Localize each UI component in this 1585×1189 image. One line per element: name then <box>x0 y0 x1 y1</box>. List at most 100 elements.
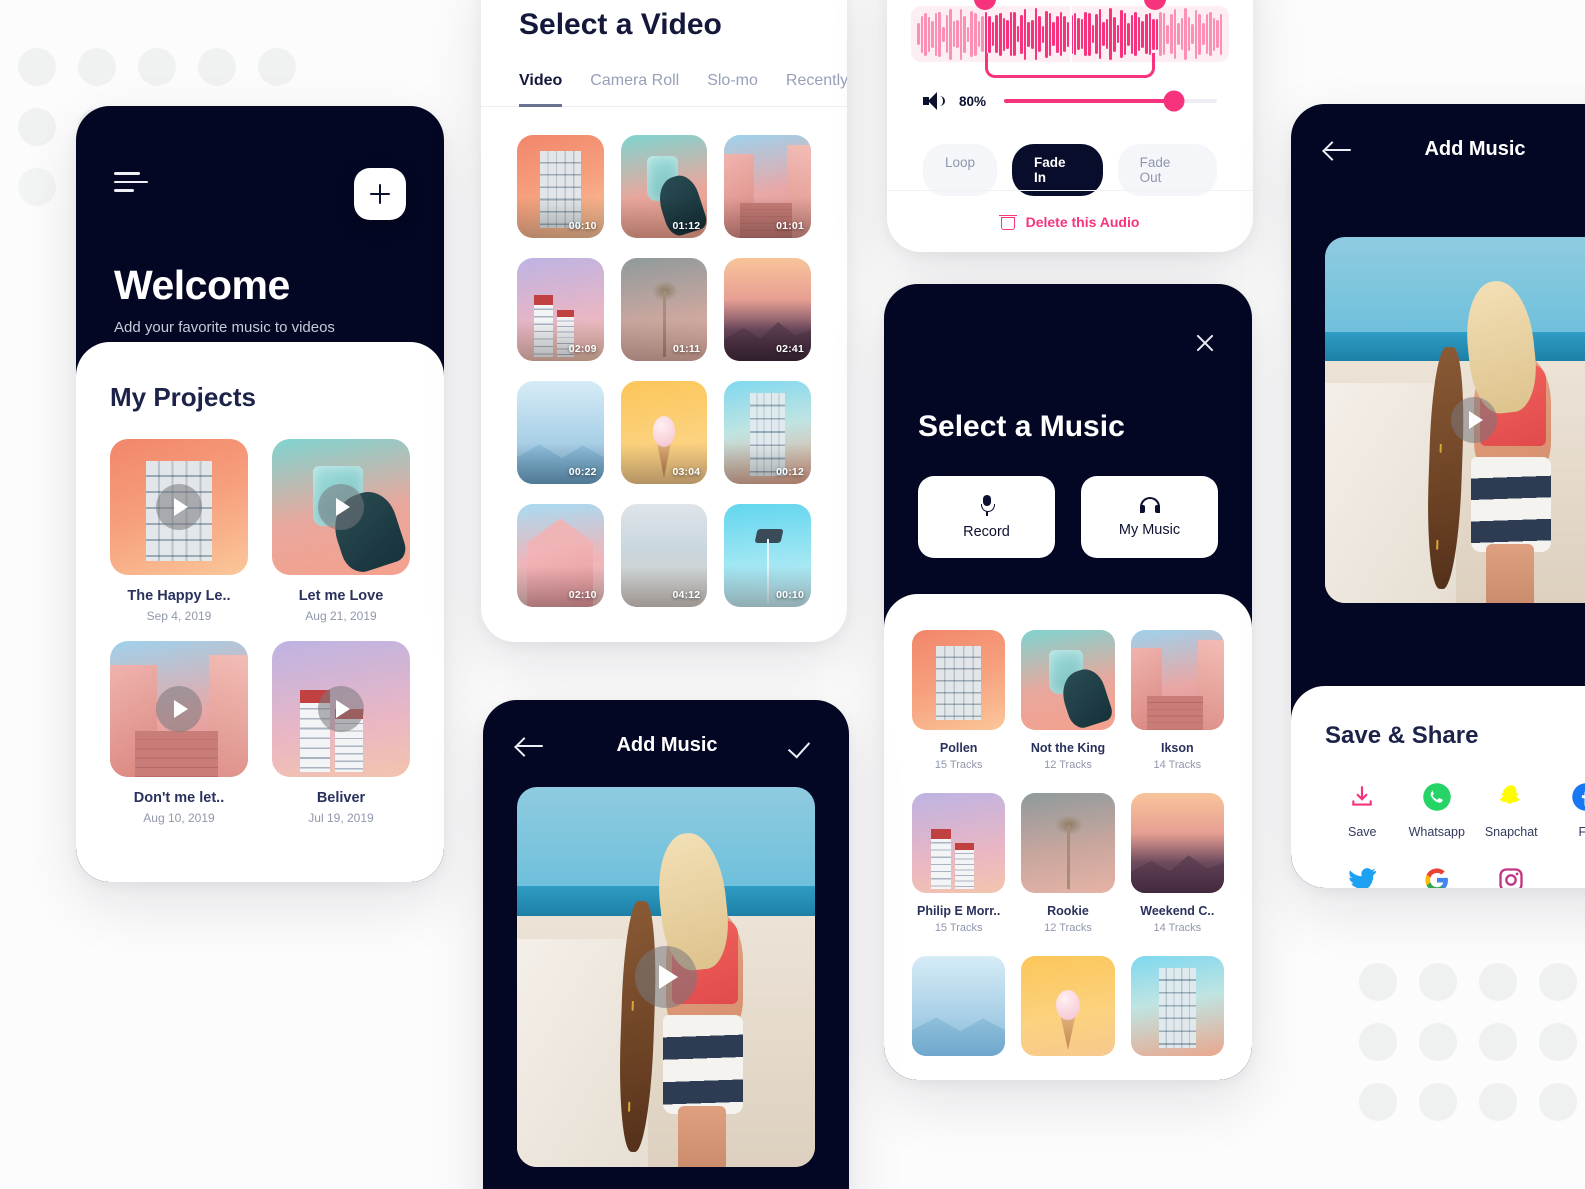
video-thumbnail[interactable]: 01:11 <box>620 258 708 361</box>
album-track-count: 15 Tracks <box>934 759 983 771</box>
video-thumbnail[interactable]: 02:09 <box>517 258 604 361</box>
audio-mode-chips: Loop Fade In Fade Out <box>887 110 1253 196</box>
video-duration: 00:10 <box>568 220 597 232</box>
project-name: Beliver <box>316 790 366 806</box>
albums-sheet: Pollen 15 Tracks Not the King 12 Tracks … <box>884 594 1252 1080</box>
share-option-save[interactable]: Save <box>1325 780 1400 839</box>
share-option-google[interactable]: Google <box>1400 863 1475 888</box>
tab-video[interactable]: Video <box>519 72 563 107</box>
album-card[interactable] <box>912 956 1006 1067</box>
play-icon[interactable] <box>318 484 364 530</box>
arrow-left-icon[interactable] <box>1325 141 1351 159</box>
project-thumbnail[interactable] <box>272 439 410 575</box>
album-card[interactable] <box>1021 956 1115 1067</box>
share-option-instagram[interactable]: Instagram <box>1474 863 1549 888</box>
project-card[interactable]: Let me Love Aug 21, 2019 <box>272 439 410 623</box>
album-name: Weekend C.. <box>1140 904 1215 918</box>
share-option-label: Save <box>1348 825 1377 839</box>
thumbnail-art <box>1021 630 1115 730</box>
share-option-label: Whatsapp <box>1408 825 1465 839</box>
video-duration: 00:10 <box>776 589 804 601</box>
tab-recently-ad[interactable]: Recently Ad <box>786 72 847 107</box>
play-icon[interactable] <box>156 686 202 732</box>
video-thumbnail[interactable]: 00:12 <box>724 381 811 484</box>
record-button[interactable]: Record <box>918 476 1055 558</box>
check-icon[interactable] <box>791 737 815 755</box>
video-duration: 00:22 <box>568 466 597 478</box>
video-duration: 04:12 <box>672 589 701 601</box>
hamburger-icon[interactable] <box>114 168 148 193</box>
audio-mode-fade-out[interactable]: Fade Out <box>1117 144 1217 196</box>
playhead-indicator <box>1070 6 1072 76</box>
video-thumbnail[interactable]: 01:12 <box>620 135 708 238</box>
project-card[interactable]: Beliver Jul 19, 2019 <box>272 641 410 825</box>
video-preview[interactable] <box>1325 237 1585 603</box>
album-card[interactable]: Philip E Morr.. 15 Tracks <box>912 793 1006 934</box>
video-preview[interactable] <box>517 787 815 1167</box>
volume-value: 80% <box>959 93 987 109</box>
volume-slider[interactable] <box>1004 90 1217 112</box>
share-sheet-title: Save & Share <box>1325 722 1479 749</box>
album-card[interactable]: Rookie 12 Tracks <box>1021 793 1115 934</box>
audio-waveform[interactable] <box>911 0 1229 78</box>
project-thumbnail[interactable] <box>110 641 248 777</box>
album-cover[interactable] <box>912 956 1006 1056</box>
facebook-icon <box>1571 780 1585 814</box>
play-icon[interactable] <box>318 686 364 732</box>
video-thumbnail[interactable]: 00:22 <box>517 381 604 484</box>
select-music-header: Select a Music Record My Music <box>884 284 1252 606</box>
tab-slo-mo[interactable]: Slo-mo <box>707 72 758 107</box>
project-thumbnail[interactable] <box>110 439 248 575</box>
album-card[interactable]: Ikson 14 Tracks <box>1130 630 1224 771</box>
video-thumbnail[interactable]: 01:01 <box>724 135 811 238</box>
video-thumbnail[interactable]: 03:04 <box>620 381 708 484</box>
video-thumbnail[interactable]: 00:10 <box>724 504 811 607</box>
video-thumbnail[interactable]: 02:10 <box>517 504 604 607</box>
project-card[interactable]: The Happy Le.. Sep 4, 2019 <box>110 439 248 623</box>
project-date: Aug 10, 2019 <box>143 811 215 825</box>
album-card[interactable]: Not the King 12 Tracks <box>1021 630 1115 771</box>
project-thumbnail[interactable] <box>272 641 410 777</box>
close-icon[interactable] <box>1192 330 1218 356</box>
album-cover[interactable] <box>912 630 1006 730</box>
video-thumbnail[interactable]: 04:12 <box>620 504 708 607</box>
share-header: Add Music <box>1291 104 1585 161</box>
my-music-button[interactable]: My Music <box>1081 476 1218 558</box>
add-project-button[interactable] <box>354 168 406 220</box>
instagram-icon <box>1497 863 1525 888</box>
video-thumbnail[interactable]: 02:41 <box>724 258 811 361</box>
twitter-icon <box>1347 863 1377 888</box>
video-duration: 02:41 <box>776 343 804 355</box>
share-option-twitter[interactable]: Twitter <box>1325 863 1400 888</box>
album-cover[interactable] <box>912 793 1006 893</box>
delete-audio-button[interactable]: Delete this Audio <box>887 190 1253 252</box>
album-cover[interactable] <box>1130 956 1224 1056</box>
video-duration: 01:01 <box>776 220 804 232</box>
share-option-whatsapp[interactable]: Whatsapp <box>1400 780 1475 839</box>
play-icon[interactable] <box>1451 397 1497 443</box>
play-icon[interactable] <box>635 946 697 1008</box>
volume-slider-handle[interactable] <box>1163 90 1185 112</box>
albums-grid: Pollen 15 Tracks Not the King 12 Tracks … <box>912 630 1224 1067</box>
video-duration: 02:10 <box>568 589 597 601</box>
album-track-count: 12 Tracks <box>1044 922 1092 934</box>
tab-camera-roll[interactable]: Camera Roll <box>590 72 679 107</box>
play-icon[interactable] <box>156 484 202 530</box>
share-option-snapchat[interactable]: Snapchat <box>1474 780 1549 839</box>
video-thumbnail[interactable]: 00:10 <box>517 135 604 238</box>
album-cover[interactable] <box>1130 793 1224 893</box>
album-card[interactable]: Pollen 15 Tracks <box>912 630 1006 771</box>
project-card[interactable]: Don't me let.. Aug 10, 2019 <box>110 641 248 825</box>
album-cover[interactable] <box>1021 630 1115 730</box>
album-cover[interactable] <box>1021 956 1115 1056</box>
trash-icon <box>998 214 1017 230</box>
arrow-left-icon[interactable] <box>517 737 543 755</box>
save-share-screen: Add Music Save & Share Save Whatsapp Sna… <box>1291 104 1585 888</box>
album-cover[interactable] <box>1130 630 1224 730</box>
album-cover[interactable] <box>1021 793 1115 893</box>
share-option-fa[interactable]: Fa <box>1549 780 1585 839</box>
album-card[interactable] <box>1130 956 1224 1067</box>
audio-mode-fade-in[interactable]: Fade In <box>1012 144 1103 196</box>
audio-mode-loop[interactable]: Loop <box>923 144 998 196</box>
album-card[interactable]: Weekend C.. 14 Tracks <box>1130 793 1224 934</box>
